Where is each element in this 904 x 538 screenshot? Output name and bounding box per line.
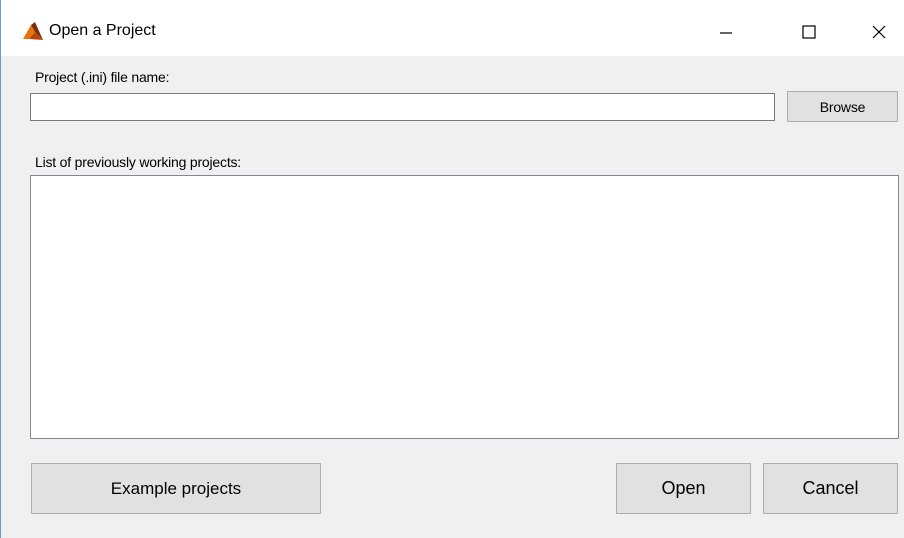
matlab-peak-icon	[22, 21, 44, 41]
project-file-label: Project (.ini) file name:	[35, 69, 170, 85]
example-projects-button[interactable]: Example projects	[31, 463, 321, 514]
maximize-button[interactable]	[789, 12, 829, 52]
browse-button[interactable]: Browse	[787, 91, 898, 122]
minimize-button[interactable]	[706, 12, 746, 52]
previous-projects-list[interactable]	[30, 175, 899, 439]
title-bar[interactable]: Open a Project	[1, 0, 904, 56]
maximize-icon	[802, 25, 816, 39]
close-button[interactable]	[859, 12, 899, 52]
project-file-input[interactable]	[30, 93, 775, 121]
previous-projects-label: List of previously working projects:	[35, 154, 241, 170]
window-title: Open a Project	[49, 22, 156, 39]
minimize-icon	[719, 25, 733, 39]
open-project-dialog: Open a Project Project (.ini) file name:…	[0, 0, 904, 538]
open-button[interactable]: Open	[616, 463, 751, 514]
cancel-button[interactable]: Cancel	[763, 463, 898, 514]
close-icon	[871, 24, 887, 40]
